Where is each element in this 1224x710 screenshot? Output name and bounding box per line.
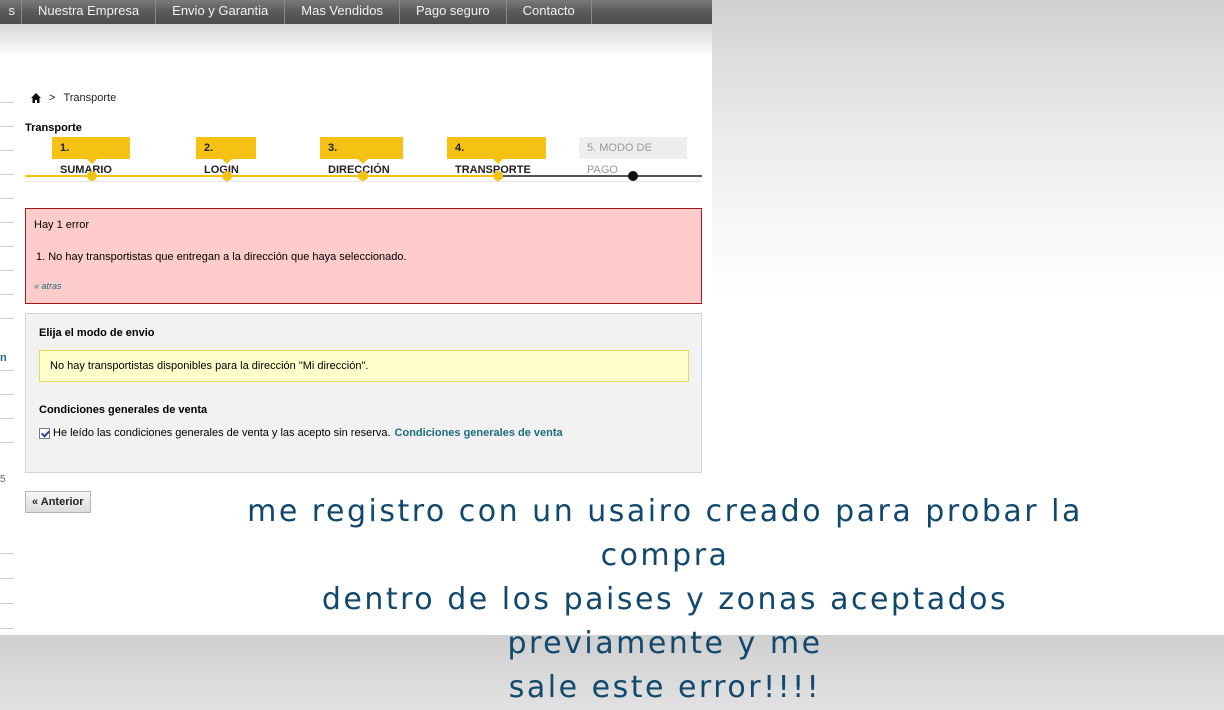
carrier-heading: Elija el modo de envio xyxy=(39,327,155,339)
sidebar-divider xyxy=(0,150,14,151)
sidebar-divider xyxy=(0,442,14,443)
sidebar-divider xyxy=(0,370,14,371)
sidebar-divider xyxy=(0,318,14,319)
nav-item-mas-vendidos[interactable]: Mas Vendidos xyxy=(285,0,400,24)
step-direccion[interactable]: 3. DIRECCIÓN xyxy=(320,137,403,176)
annotation-line: dentro de los paises y zonas aceptados p… xyxy=(321,582,1009,661)
annotation-line: me registro con un usairo creado para pr… xyxy=(247,494,1083,573)
annotation-line: sale este error!!!! xyxy=(508,670,822,705)
carrier-section: Elija el modo de envio No hay transporti… xyxy=(25,313,702,473)
step-sumario[interactable]: 1. SUMARIO xyxy=(52,137,130,176)
step-dot xyxy=(87,171,97,181)
nav-item-nuestra-empresa[interactable]: Nuestra Empresa xyxy=(22,0,157,24)
error-message: 1. No hay transportistas que entregan a … xyxy=(36,251,407,263)
error-box: Hay 1 error 1. No hay transportistas que… xyxy=(25,208,702,304)
sidebar-divider xyxy=(0,603,14,604)
sidebar-divider xyxy=(0,246,14,247)
breadcrumb-separator: > xyxy=(49,92,56,104)
sidebar-divider xyxy=(0,270,14,271)
step-dot xyxy=(493,171,503,181)
step-modo-de-pago: 5. MODO DE PAGO xyxy=(579,137,687,176)
terms-text: He leído las condiciones generales de ve… xyxy=(53,427,391,439)
page-title: Transporte xyxy=(25,122,82,134)
step-login[interactable]: 2. LOGIN xyxy=(196,137,256,176)
terms-heading: Condiciones generales de venta xyxy=(39,404,208,416)
breadcrumb-current: Transporte xyxy=(63,92,117,104)
step-transporte: 4. TRANSPORTE xyxy=(447,137,546,176)
top-navigation: s Nuestra Empresa Envio y Garantia Mas V… xyxy=(0,0,712,24)
breadcrumb: > Transporte xyxy=(31,92,116,104)
sidebar-divider xyxy=(0,578,14,579)
sidebar-divider xyxy=(0,294,14,295)
annotation-text: me registro con un usairo creado para pr… xyxy=(240,490,1090,710)
sidebar-divider xyxy=(0,174,14,175)
step-pointer xyxy=(222,159,232,164)
carrier-warning: No hay transportistas disponibles para l… xyxy=(39,350,689,382)
terms-row: He leído las condiciones generales de ve… xyxy=(39,427,563,439)
sidebar-divider xyxy=(0,222,14,223)
progress-track-pending xyxy=(498,175,702,177)
error-title: Hay 1 error xyxy=(34,219,90,231)
step-pointer xyxy=(358,159,368,164)
sidebar-partial-text: 5 xyxy=(0,474,6,485)
sidebar-divider xyxy=(0,394,14,395)
terms-checkbox[interactable] xyxy=(39,427,50,439)
nav-item-contacto[interactable]: Contacto xyxy=(507,0,592,24)
sidebar-divider xyxy=(0,198,14,199)
sidebar-divider xyxy=(0,418,14,419)
step-dot xyxy=(358,171,368,181)
sidebar-divider xyxy=(0,102,14,103)
home-icon[interactable] xyxy=(31,93,41,103)
nav-item-envio-garantia[interactable]: Envio y Garantia xyxy=(156,0,286,24)
nav-item-pago-seguro[interactable]: Pago seguro xyxy=(400,0,507,24)
order-steps: 1. SUMARIO 2. LOGIN 3. DIRECCIÓN 4. TRAN… xyxy=(25,135,702,182)
sidebar-divider xyxy=(0,628,14,629)
step-dot xyxy=(222,171,232,181)
step-pointer xyxy=(87,159,97,164)
back-link[interactable]: « atras xyxy=(34,281,693,291)
step-pointer xyxy=(493,159,503,164)
step-dot xyxy=(628,171,638,181)
nav-item-partial[interactable]: s xyxy=(0,0,22,24)
sidebar-partial-text[interactable]: n xyxy=(0,352,7,364)
sidebar-divider xyxy=(0,126,14,127)
sidebar-divider xyxy=(0,553,14,554)
previous-button[interactable]: « Anterior xyxy=(25,491,91,513)
terms-link[interactable]: Condiciones generales de venta xyxy=(395,427,563,439)
header-shadow xyxy=(0,24,712,56)
